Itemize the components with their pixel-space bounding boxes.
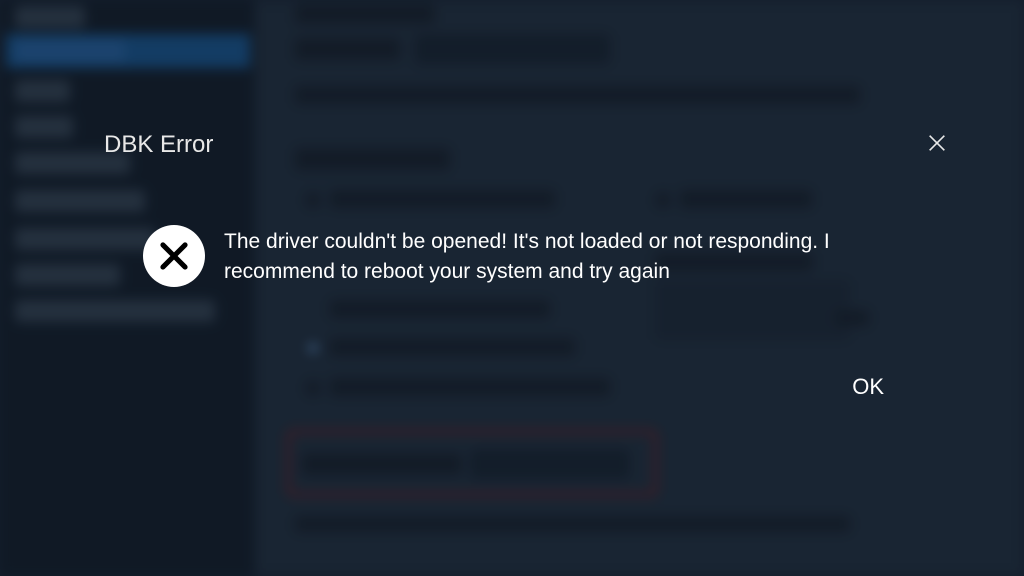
- close-button[interactable]: [920, 128, 954, 162]
- error-icon: [143, 225, 205, 287]
- error-dialog: DBK Error The driver couldn't be opened!…: [0, 0, 1024, 576]
- ok-button[interactable]: OK: [840, 370, 896, 404]
- close-icon: [926, 132, 948, 159]
- dialog-title: DBK Error: [104, 131, 213, 159]
- dialog-message: The driver couldn't be opened! It's not …: [224, 227, 924, 287]
